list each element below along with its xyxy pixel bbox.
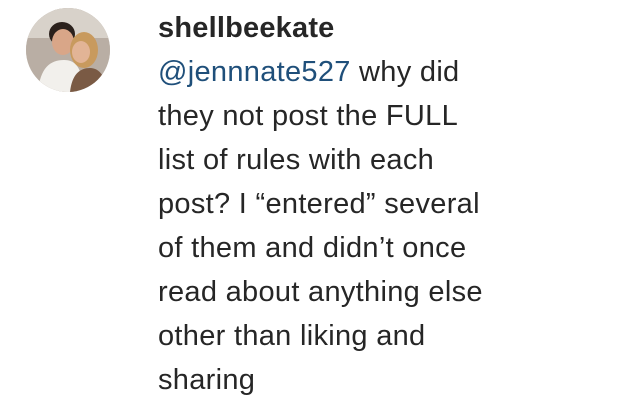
comment-text: @jennnate527 why did they not post the F… bbox=[158, 50, 608, 402]
avatar-photo bbox=[26, 8, 110, 92]
comment-username[interactable]: shellbeekate bbox=[158, 6, 608, 50]
comment-text-segment: why did bbox=[350, 56, 460, 88]
comment-line: other than liking and bbox=[158, 320, 426, 352]
comment-line: read about anything else bbox=[158, 276, 483, 308]
comment-line: post? I “entered” several bbox=[158, 188, 480, 220]
avatar[interactable] bbox=[26, 8, 110, 92]
comment-line: @jennnate527 why did bbox=[158, 50, 608, 94]
comment-line: list of rules with each bbox=[158, 144, 435, 176]
comment-content: shellbeekate @jennnate527 why did they n… bbox=[158, 6, 608, 402]
comment-item: shellbeekate @jennnate527 why did they n… bbox=[0, 0, 620, 404]
comment-line: sharing bbox=[158, 364, 256, 396]
comment-line: they not post the FULL bbox=[158, 100, 458, 132]
mention-link[interactable]: @jennnate527 bbox=[158, 56, 351, 88]
comment-line: of them and didn’t once bbox=[158, 232, 467, 264]
